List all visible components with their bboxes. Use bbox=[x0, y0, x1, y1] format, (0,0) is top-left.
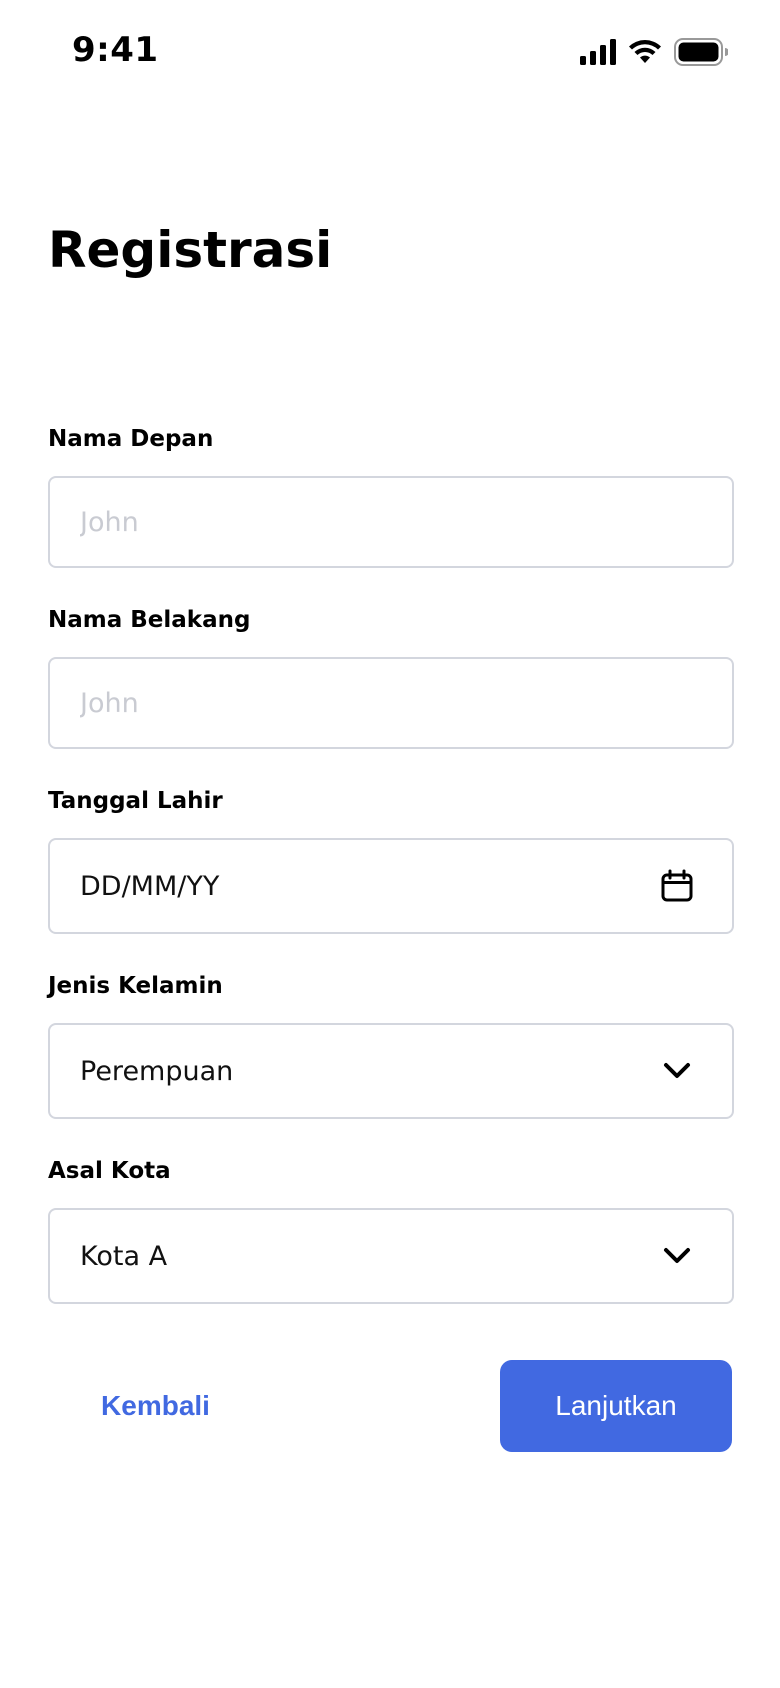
city-select[interactable]: Kota A bbox=[48, 1208, 734, 1304]
status-bar: 9:41 bbox=[0, 0, 780, 104]
birth-date-field: Tanggal Lahir DD/MM/YY bbox=[48, 786, 734, 934]
last-name-input[interactable] bbox=[80, 659, 680, 747]
cellular-signal-icon bbox=[580, 39, 616, 65]
battery-icon bbox=[674, 38, 728, 66]
status-time: 9:41 bbox=[72, 30, 159, 70]
first-name-field: Nama Depan bbox=[48, 424, 734, 568]
gender-select[interactable]: Perempuan bbox=[48, 1023, 734, 1119]
gender-label: Jenis Kelamin bbox=[48, 973, 223, 999]
first-name-label: Nama Depan bbox=[48, 426, 214, 452]
last-name-field: Nama Belakang bbox=[48, 605, 734, 749]
city-label: Asal Kota bbox=[48, 1158, 171, 1184]
birth-date-label: Tanggal Lahir bbox=[48, 788, 223, 814]
chevron-down-icon[interactable] bbox=[660, 1239, 694, 1273]
last-name-label: Nama Belakang bbox=[48, 607, 251, 633]
birth-date-picker[interactable]: DD/MM/YY bbox=[48, 838, 734, 934]
first-name-input-box[interactable] bbox=[48, 476, 734, 568]
birth-date-value: DD/MM/YY bbox=[80, 870, 220, 902]
status-icons bbox=[580, 36, 728, 68]
first-name-input[interactable] bbox=[80, 478, 680, 566]
calendar-icon[interactable] bbox=[660, 869, 694, 903]
gender-selected-value: Perempuan bbox=[80, 1055, 234, 1087]
gender-field: Jenis Kelamin Perempuan bbox=[48, 971, 734, 1119]
last-name-input-box[interactable] bbox=[48, 657, 734, 749]
city-field: Asal Kota Kota A bbox=[48, 1156, 734, 1304]
continue-button[interactable]: Lanjutkan bbox=[500, 1360, 732, 1452]
city-selected-value: Kota A bbox=[80, 1240, 168, 1272]
back-button[interactable]: Kembali bbox=[48, 1360, 263, 1452]
page-title: Registrasi bbox=[48, 221, 333, 279]
chevron-down-icon[interactable] bbox=[660, 1054, 694, 1088]
wifi-icon bbox=[628, 39, 662, 65]
